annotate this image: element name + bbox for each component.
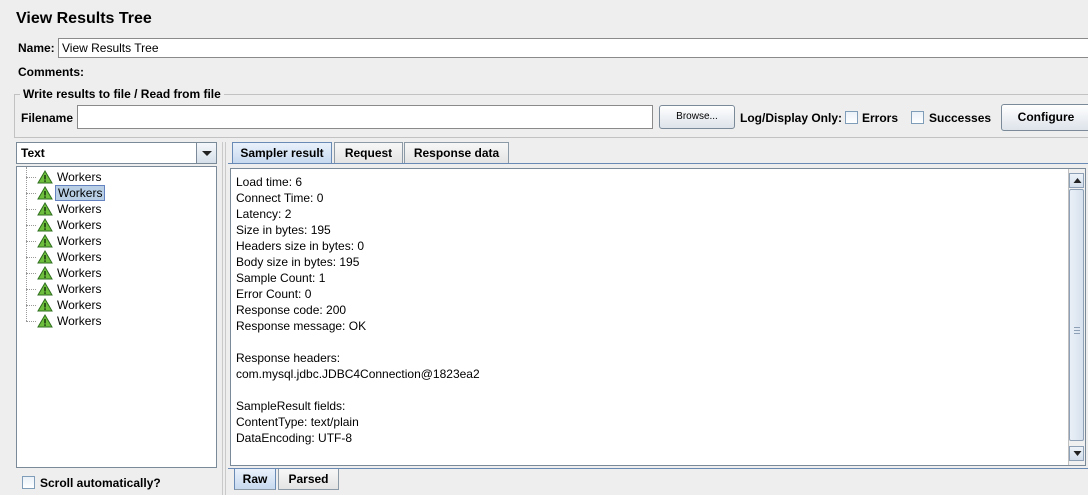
result-line: Response message: OK — [236, 319, 367, 333]
warning-triangle-icon — [37, 298, 53, 312]
result-line: Connect Time: 0 — [236, 191, 324, 205]
warning-triangle-icon — [37, 234, 53, 248]
result-line: Body size in bytes: 195 — [236, 255, 360, 269]
tab-raw[interactable]: Raw — [234, 469, 276, 490]
result-line: Load time: 6 — [236, 175, 303, 189]
comments-field[interactable] — [88, 62, 1088, 82]
sampler-result-text[interactable]: Load time: 6 Connect Time: 0 Latency: 2 Siz… — [230, 168, 1086, 466]
tree-item[interactable]: Workers — [17, 217, 212, 233]
tree-item-label: Workers — [57, 202, 102, 216]
scroll-up-icon[interactable] — [1069, 173, 1084, 188]
tab-parsed[interactable]: Parsed — [278, 469, 339, 490]
warning-triangle-icon — [37, 218, 53, 232]
result-line: Latency: 2 — [236, 207, 292, 221]
browse-button[interactable]: Browse... — [659, 105, 735, 129]
log-display-label: Log/Display Only: — [740, 111, 843, 125]
file-group-legend: Write results to file / Read from file — [20, 87, 224, 101]
tree-item[interactable]: Workers — [17, 313, 212, 329]
tree-item-label: Workers — [57, 282, 102, 296]
tree-item-label: Workers — [57, 250, 102, 264]
warning-triangle-icon — [37, 186, 53, 200]
tree-item-label: Workers — [57, 314, 102, 328]
chevron-down-icon[interactable] — [196, 143, 216, 163]
renderer-select-value: Text — [21, 146, 45, 160]
name-label: Name: — [18, 41, 55, 55]
result-line: SampleResult fields: — [236, 399, 346, 413]
tree-item[interactable]: Workers — [17, 233, 212, 249]
result-line: Response headers: — [236, 351, 341, 365]
name-field[interactable]: View Results Tree — [58, 38, 1088, 58]
page-title: View Results Tree — [16, 10, 152, 27]
warning-triangle-icon — [37, 314, 53, 328]
scrollbar-thumb[interactable] — [1069, 189, 1084, 441]
split-divider[interactable] — [222, 142, 226, 495]
tree-item[interactable]: Workers — [17, 169, 212, 185]
warning-triangle-icon — [37, 202, 53, 216]
result-line: DataEncoding: UTF-8 — [236, 431, 353, 445]
filename-label: Filename — [21, 111, 74, 125]
renderer-select[interactable]: Text — [16, 142, 217, 164]
tab-response-data[interactable]: Response data — [404, 142, 509, 163]
warning-triangle-icon — [37, 282, 53, 296]
scroll-down-icon[interactable] — [1069, 446, 1084, 461]
warning-triangle-icon — [37, 266, 53, 280]
result-line: Size in bytes: 195 — [236, 223, 331, 237]
tree-item-label: Workers — [55, 185, 106, 201]
tree-item-label: Workers — [57, 298, 102, 312]
result-line: Sample Count: 1 — [236, 271, 326, 285]
result-line: com.mysql.jdbc.JDBC4Connection@1823ea2 — [236, 367, 480, 381]
tree-item[interactable]: Workers — [17, 265, 212, 281]
successes-checkbox[interactable] — [911, 111, 924, 124]
errors-checkbox[interactable] — [845, 111, 858, 124]
result-line: Headers size in bytes: 0 — [236, 239, 365, 253]
warning-triangle-icon — [37, 170, 53, 184]
tree-item-label: Workers — [57, 234, 102, 248]
result-line: ContentType: text/plain — [236, 415, 359, 429]
tree-item[interactable]: Workers — [17, 281, 212, 297]
tree-item[interactable]: Workers — [17, 297, 212, 313]
tree-item[interactable]: Workers — [17, 249, 212, 265]
errors-label: Errors — [862, 111, 899, 125]
tree-item[interactable]: Workers — [17, 185, 212, 201]
warning-triangle-icon — [37, 250, 53, 264]
vertical-scrollbar[interactable] — [1068, 169, 1085, 465]
result-line: Response code: 200 — [236, 303, 347, 317]
tree-item[interactable]: Workers — [17, 201, 212, 217]
scroll-auto-label: Scroll automatically? — [40, 476, 161, 490]
configure-button[interactable]: Configure — [1001, 104, 1088, 131]
tree-item-label: Workers — [57, 218, 102, 232]
filename-field[interactable] — [77, 105, 653, 129]
result-line: Error Count: 0 — [236, 287, 312, 301]
tree-item-label: Workers — [57, 170, 102, 184]
tab-request[interactable]: Request — [334, 142, 403, 163]
scroll-auto-checkbox[interactable] — [22, 476, 35, 489]
tree-item-label: Workers — [57, 266, 102, 280]
tab-sampler-result[interactable]: Sampler result — [232, 142, 332, 163]
successes-label: Successes — [929, 111, 992, 125]
comments-label: Comments: — [18, 65, 85, 79]
results-tree[interactable]: Workers Workers Workers Workers Workers Worke… — [16, 166, 217, 468]
